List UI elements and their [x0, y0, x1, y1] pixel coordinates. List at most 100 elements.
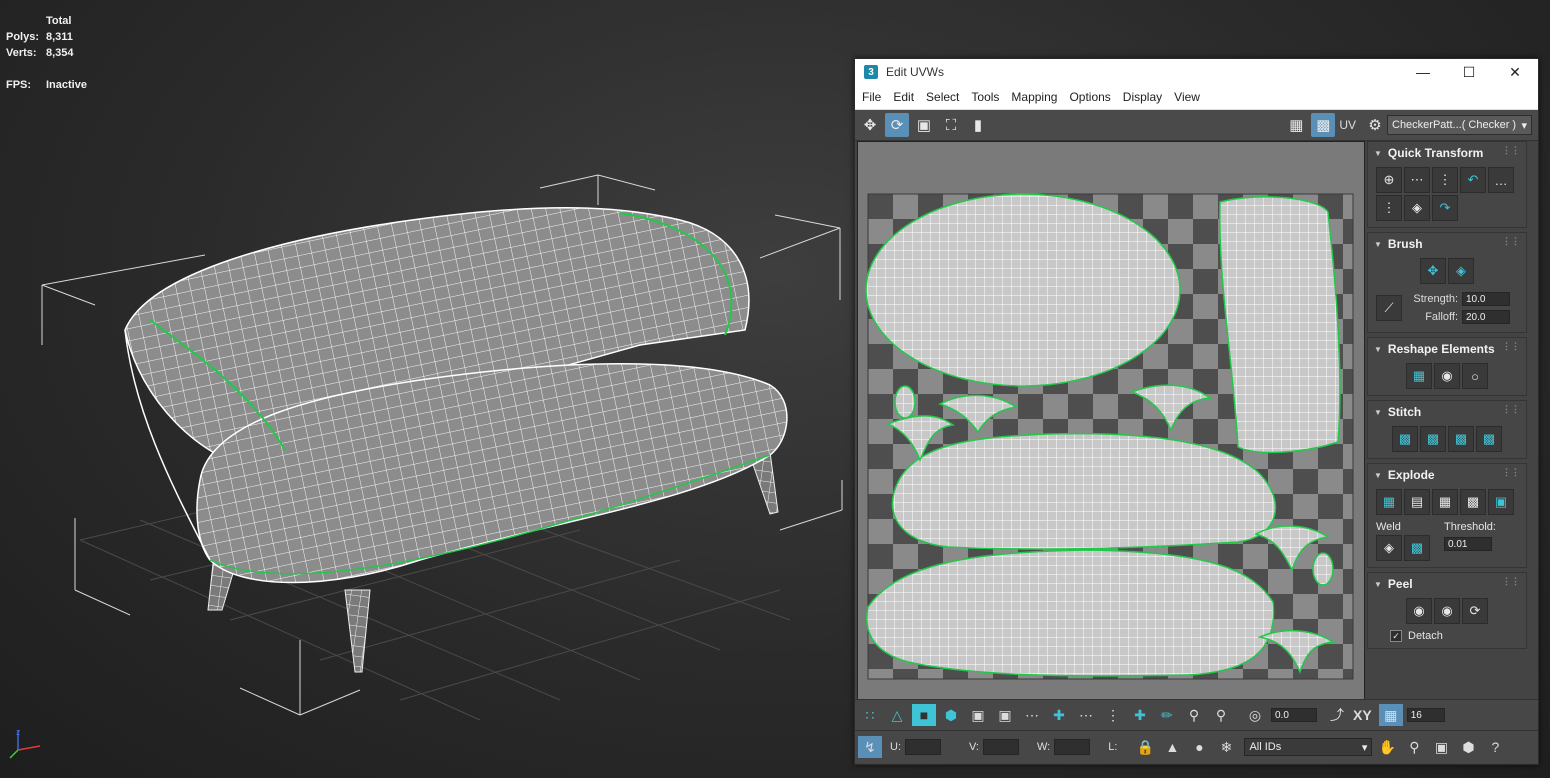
edit-uvws-window[interactable]: 3 Edit UVWs — ☐ ✕ File Edit Select Tools…: [854, 58, 1539, 765]
rollout-brush: ▼ Brush ⋮⋮ ✥ ◈ ⟋ Strength: 10.0 Falloff: 20.…: [1367, 232, 1527, 333]
relax-settings-icon[interactable]: ○: [1462, 363, 1488, 389]
ring-shrink-icon[interactable]: ✚: [1128, 704, 1152, 726]
ring-grow-icon[interactable]: ⋮: [1101, 704, 1125, 726]
mirror-icon[interactable]: ▮: [966, 113, 990, 137]
quick-peel-icon[interactable]: ◉: [1406, 598, 1432, 624]
break-icon[interactable]: ▦: [1376, 489, 1402, 515]
flatten-by-polygon-icon[interactable]: ▩: [1460, 489, 1486, 515]
rotate-ccw-icon[interactable]: ↶: [1460, 167, 1486, 193]
edge-mode-icon[interactable]: △: [885, 704, 909, 726]
detach-edges-icon[interactable]: ▦: [1432, 489, 1458, 515]
hide-icon[interactable]: ●: [1187, 736, 1211, 758]
texture-dropdown[interactable]: CheckerPatt...( Checker ) ▾: [1387, 115, 1532, 135]
freeze-icon[interactable]: ❄: [1214, 736, 1238, 758]
move-icon[interactable]: ✥: [858, 113, 882, 137]
svg-text:z: z: [16, 727, 21, 737]
grid-snap-icon[interactable]: ▦: [1378, 704, 1403, 726]
stitch-to-source-icon[interactable]: ▩: [1476, 426, 1502, 452]
menu-mapping[interactable]: Mapping: [1005, 90, 1063, 104]
falloff-curve-icon[interactable]: ⤴: [1325, 704, 1349, 726]
shrink-selection-icon[interactable]: ▣: [993, 704, 1017, 726]
strength-spinner[interactable]: 10.0: [1462, 292, 1510, 306]
threshold-spinner[interactable]: 0.01: [1444, 537, 1492, 551]
close-icon[interactable]: ✕: [1492, 59, 1538, 85]
loop-icon[interactable]: ⋯: [1020, 704, 1044, 726]
uv-editor-canvas[interactable]: [857, 141, 1365, 703]
brush-line-icon[interactable]: ⟋: [1376, 295, 1402, 321]
rotate-icon[interactable]: ⟳: [885, 113, 909, 137]
checker-toggle-icon[interactable]: ▦: [1284, 113, 1308, 137]
straighten-icon[interactable]: ◈: [1404, 195, 1430, 221]
help-icon[interactable]: ?: [1483, 736, 1507, 758]
zoom-region-icon[interactable]: ▣: [1429, 736, 1453, 758]
perspective-viewport[interactable]: z: [0, 0, 850, 778]
menu-tools[interactable]: Tools: [965, 90, 1005, 104]
zoom-icon[interactable]: ⚲: [1402, 736, 1426, 758]
menu-file[interactable]: File: [855, 90, 887, 104]
grow-selection-icon[interactable]: ▣: [966, 704, 990, 726]
v-field[interactable]: [983, 739, 1019, 755]
flatten-by-smoothing-icon[interactable]: ▣: [1488, 489, 1514, 515]
stitch-custom-icon[interactable]: ▩: [1392, 426, 1418, 452]
stitch-to-target-icon[interactable]: ▩: [1420, 426, 1446, 452]
collapse-icon: ▼: [1374, 579, 1382, 589]
zoom-extents-icon[interactable]: ⬢: [1456, 736, 1480, 758]
rollout-header-peel[interactable]: ▼ Peel ⋮⋮: [1368, 573, 1526, 592]
rotate-cw-icon[interactable]: ↷: [1432, 195, 1458, 221]
rollout-header-brush[interactable]: ▼ Brush ⋮⋮: [1368, 233, 1526, 252]
soft-selection-icon[interactable]: ◎: [1243, 704, 1267, 726]
polygon-mode-icon[interactable]: ■: [912, 704, 936, 726]
pivot-icon[interactable]: ⊕: [1376, 167, 1402, 193]
menu-options[interactable]: Options: [1063, 90, 1116, 104]
scale-icon[interactable]: ▣: [912, 113, 936, 137]
rollout-header-explode[interactable]: ▼ Explode ⋮⋮: [1368, 464, 1526, 483]
rollout-header-reshape[interactable]: ▼ Reshape Elements ⋮⋮: [1368, 338, 1526, 357]
menu-edit[interactable]: Edit: [887, 90, 920, 104]
break-edges-icon[interactable]: ▤: [1404, 489, 1430, 515]
detach-checkbox[interactable]: ✓: [1390, 630, 1402, 642]
paint-shrink-icon[interactable]: ⚲: [1209, 704, 1233, 726]
relax-icon[interactable]: ◉: [1434, 363, 1460, 389]
menu-select[interactable]: Select: [920, 90, 965, 104]
space-horizontal-icon[interactable]: …: [1488, 167, 1514, 193]
align-horizontal-icon[interactable]: ⋯: [1404, 167, 1430, 193]
align-vertical-icon[interactable]: ⋮: [1432, 167, 1458, 193]
element-mode-icon[interactable]: ⬢: [939, 704, 963, 726]
w-field[interactable]: [1054, 739, 1091, 755]
texture-settings-icon[interactable]: ⚙: [1363, 113, 1387, 137]
paint-select-icon[interactable]: ✏: [1155, 704, 1179, 726]
paint-move-icon[interactable]: ✥: [1420, 258, 1446, 284]
pan-icon[interactable]: ✋: [1375, 736, 1399, 758]
vertex-mode-icon[interactable]: ∷: [858, 704, 882, 726]
reset-peel-icon[interactable]: ⟳: [1462, 598, 1488, 624]
title-bar[interactable]: 3 Edit UVWs — ☐ ✕: [855, 59, 1538, 85]
weld-selected-icon[interactable]: ◈: [1376, 535, 1402, 561]
xy-axis-button[interactable]: XY: [1353, 707, 1372, 723]
paint-grow-icon[interactable]: ⚲: [1182, 704, 1206, 726]
rotate-angle-spinner[interactable]: 0.0: [1271, 708, 1317, 722]
u-field[interactable]: [905, 739, 941, 755]
straighten-selection-icon[interactable]: ▦: [1406, 363, 1432, 389]
peel-mode-icon[interactable]: ◉: [1434, 598, 1460, 624]
transform-mode-icon[interactable]: ↯: [858, 736, 882, 758]
grid-size-spinner[interactable]: 16: [1406, 708, 1445, 722]
minimize-icon[interactable]: —: [1400, 59, 1446, 85]
align-center-icon[interactable]: ⋮: [1376, 195, 1402, 221]
uv-space-label[interactable]: UV: [1339, 118, 1356, 132]
menu-view[interactable]: View: [1168, 90, 1206, 104]
rollout-header-quick-transform[interactable]: ▼ Quick Transform ⋮⋮: [1368, 142, 1526, 161]
lock-icon[interactable]: 🔒: [1133, 736, 1157, 758]
maximize-icon[interactable]: ☐: [1446, 59, 1492, 85]
falloff-spinner[interactable]: 20.0: [1462, 310, 1510, 324]
show-map-icon[interactable]: ▩: [1311, 113, 1336, 137]
freeform-icon[interactable]: ⛶: [939, 113, 963, 137]
relax-brush-icon[interactable]: ◈: [1448, 258, 1474, 284]
material-id-dropdown[interactable]: All IDs ▾: [1244, 738, 1373, 756]
visibility-icon[interactable]: ▲: [1160, 736, 1184, 758]
loop-grow-icon[interactable]: ⋯: [1074, 704, 1098, 726]
stitch-average-icon[interactable]: ▩: [1448, 426, 1474, 452]
menu-display[interactable]: Display: [1117, 90, 1168, 104]
ring-icon[interactable]: ✚: [1047, 704, 1071, 726]
rollout-header-stitch[interactable]: ▼ Stitch ⋮⋮: [1368, 401, 1526, 420]
weld-target-icon[interactable]: ▩: [1404, 535, 1430, 561]
